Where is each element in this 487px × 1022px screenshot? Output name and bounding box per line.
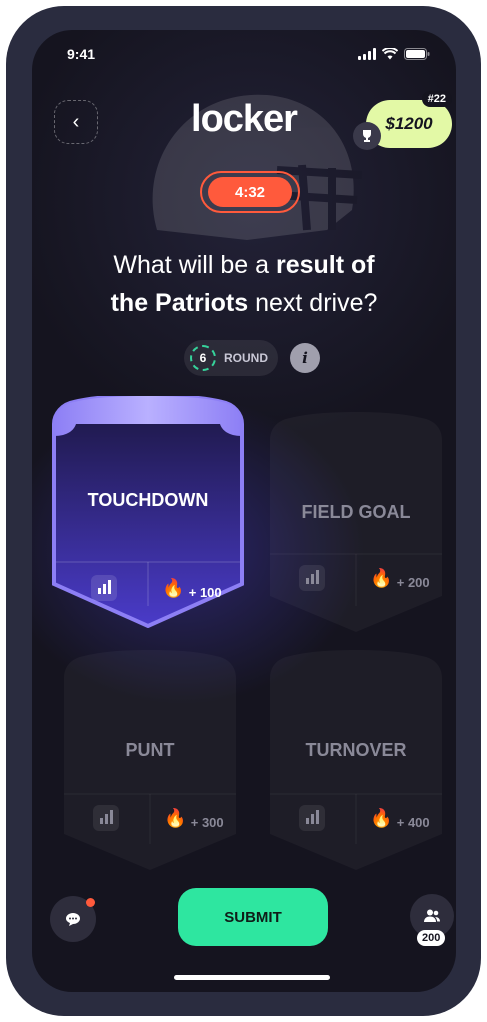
odds-section xyxy=(62,798,150,838)
battery-icon xyxy=(404,48,430,60)
countdown-timer: 4:32 xyxy=(208,177,292,207)
chat-icon xyxy=(66,913,80,926)
odds-section xyxy=(268,558,356,598)
option-stats: 🔥 + 400 xyxy=(268,798,444,838)
info-icon: i xyxy=(302,349,308,367)
question-text: What will be a result of the Patriots ne… xyxy=(62,246,426,322)
status-icons xyxy=(358,48,430,60)
timer-ring: 4:32 xyxy=(200,171,300,213)
bar-chart-icon xyxy=(299,565,325,591)
wifi-icon xyxy=(382,48,398,60)
points-section: 🔥 + 300 xyxy=(150,798,238,838)
odds-section xyxy=(268,798,356,838)
round-indicator: 6 ROUND xyxy=(184,340,278,376)
flame-icon: 🔥 xyxy=(164,808,187,828)
option-points: + 300 xyxy=(190,814,224,830)
flame-icon: 🔥 xyxy=(370,808,393,828)
option-label: FIELD GOAL xyxy=(301,502,411,522)
option-points: + 400 xyxy=(396,814,430,830)
question-part1: What will be a xyxy=(113,251,276,279)
option-card-field-goal[interactable]: FIELD GOAL 🔥 + 200 xyxy=(258,406,454,638)
signal-icon xyxy=(358,48,376,60)
prize-amount: $1200 xyxy=(385,114,433,133)
info-button[interactable]: i xyxy=(290,343,320,373)
rank-badge: #22 xyxy=(421,91,452,107)
question-part2: next drive? xyxy=(248,289,378,317)
flame-icon: 🔥 xyxy=(370,568,393,588)
option-card-touchdown[interactable]: TOUCHDOWN 🔥 + 100 xyxy=(50,396,246,628)
option-label: PUNT xyxy=(125,740,175,760)
points-section: 🔥 + 100 xyxy=(148,568,236,608)
home-indicator xyxy=(174,975,330,980)
points-section: 🔥 + 200 xyxy=(356,558,444,598)
status-time: 9:41 xyxy=(67,46,96,62)
round-label: ROUND xyxy=(224,351,268,365)
bar-chart-icon xyxy=(93,805,119,831)
question-bold1: result of xyxy=(275,251,375,279)
option-card-punt[interactable]: PUNT 🔥 + 300 xyxy=(52,644,248,876)
trophy-icon xyxy=(353,122,381,150)
option-stats: 🔥 + 200 xyxy=(268,558,444,598)
option-card-turnover[interactable]: TURNOVER 🔥 + 400 xyxy=(258,644,454,876)
option-points: + 100 xyxy=(188,584,222,600)
option-label: TURNOVER xyxy=(305,740,407,760)
round-number: 6 xyxy=(190,345,216,371)
option-stats: 🔥 + 300 xyxy=(62,798,238,838)
option-label: TOUCHDOWN xyxy=(87,490,209,510)
submit-button[interactable]: SUBMIT xyxy=(178,888,328,946)
users-icon xyxy=(424,909,440,922)
points-section: 🔥 + 400 xyxy=(356,798,444,838)
flame-icon: 🔥 xyxy=(162,578,185,598)
players-count: 200 xyxy=(417,930,446,946)
bar-chart-icon xyxy=(299,805,325,831)
notification-dot xyxy=(86,898,95,907)
option-points: + 200 xyxy=(396,574,430,590)
bar-chart-icon xyxy=(91,575,117,601)
option-stats: 🔥 + 100 xyxy=(60,568,236,608)
question-bold2: the Patriots xyxy=(110,289,249,317)
screen: 9:41 ‹ locker $1200 #22 4:32 What will b… xyxy=(32,30,456,992)
odds-section xyxy=(60,568,148,608)
